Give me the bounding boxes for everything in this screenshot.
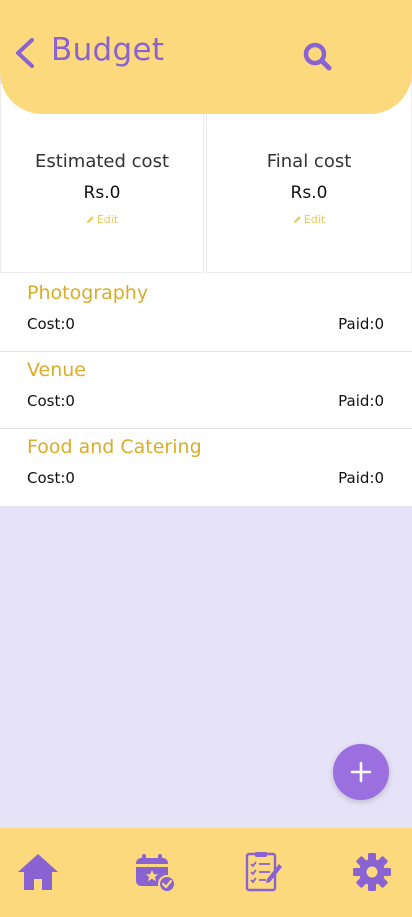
item-cost: Cost:0 [27, 392, 75, 410]
bottom-navigation [0, 828, 412, 917]
page-title: Budget [51, 32, 165, 68]
item-name: Venue [27, 359, 86, 381]
nav-home-button[interactable] [16, 850, 60, 894]
search-icon [303, 42, 332, 71]
budget-item-list: Photography Cost:0 Paid:0 Venue Cost:0 P… [0, 275, 412, 506]
edit-final-cost-button[interactable]: Edit [207, 213, 411, 226]
item-name: Food and Catering [27, 436, 202, 458]
final-cost-label: Final cost [266, 151, 352, 172]
pencil-icon [293, 216, 301, 224]
item-paid: Paid:0 [338, 469, 384, 487]
estimated-cost-value: Rs.0 [83, 183, 121, 203]
chevron-left-icon [16, 38, 34, 68]
item-paid: Paid:0 [338, 392, 384, 410]
plus-icon [350, 761, 372, 783]
list-item[interactable]: Venue Cost:0 Paid:0 [0, 352, 412, 429]
item-cost: Cost:0 [27, 315, 75, 333]
gear-icon [353, 853, 391, 891]
list-item[interactable]: Photography Cost:0 Paid:0 [0, 275, 412, 352]
nav-settings-button[interactable] [350, 850, 394, 894]
pencil-icon [86, 216, 94, 224]
item-name: Photography [27, 282, 149, 304]
edit-label: Edit [303, 213, 326, 226]
event-calendar-icon [136, 854, 176, 893]
edit-label: Edit [96, 213, 119, 226]
item-cost: Cost:0 [27, 469, 75, 487]
list-item[interactable]: Food and Catering Cost:0 Paid:0 [0, 429, 412, 506]
checklist-icon [245, 852, 282, 892]
item-paid: Paid:0 [338, 315, 384, 333]
search-button[interactable] [300, 39, 334, 73]
add-item-button[interactable] [333, 744, 389, 800]
back-button[interactable] [12, 36, 42, 70]
app-header: Budget [0, 0, 412, 114]
final-cost-value: Rs.0 [290, 183, 328, 203]
nav-checklist-button[interactable] [242, 850, 286, 894]
nav-events-button[interactable] [133, 850, 177, 894]
edit-estimated-cost-button[interactable]: Edit [1, 213, 203, 226]
estimated-cost-label: Estimated cost [35, 151, 169, 172]
home-icon [18, 854, 58, 890]
